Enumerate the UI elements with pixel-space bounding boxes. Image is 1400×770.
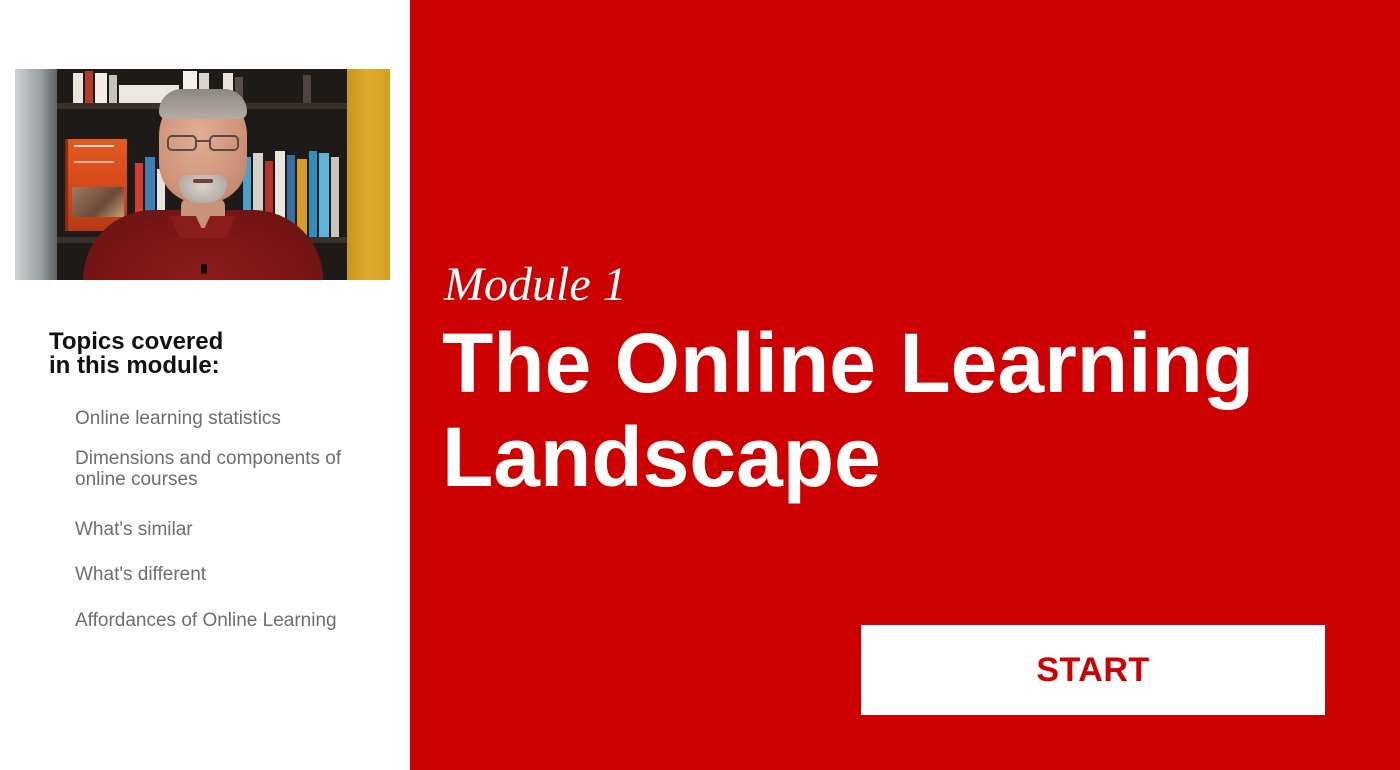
presenter-video[interactable]	[15, 69, 390, 280]
topics-heading-line2: in this module:	[49, 352, 220, 379]
module-title-panel: Module 1 The Online Learning Landscape S…	[410, 0, 1400, 770]
video-wall-right	[347, 69, 390, 280]
module-label: Module 1	[444, 258, 627, 311]
topic-item: What's different	[75, 564, 207, 585]
topic-item: Affordances of Online Learning	[75, 610, 337, 631]
topic-item: Online learning statistics	[75, 408, 281, 429]
topics-heading: Topics covered in this module:	[49, 330, 389, 378]
topic-item: Dimensions and components of online cour…	[75, 448, 342, 490]
video-wall-left	[15, 69, 57, 280]
module-title: The Online Learning Landscape	[442, 316, 1255, 504]
start-button-label: START	[1036, 650, 1150, 689]
sidebar: Topics covered in this module: Online le…	[0, 0, 410, 770]
presenter	[83, 89, 323, 280]
start-button[interactable]: START	[861, 625, 1325, 715]
topics-heading-line1: Topics covered	[49, 328, 224, 355]
topic-item: What's similar	[75, 519, 193, 540]
